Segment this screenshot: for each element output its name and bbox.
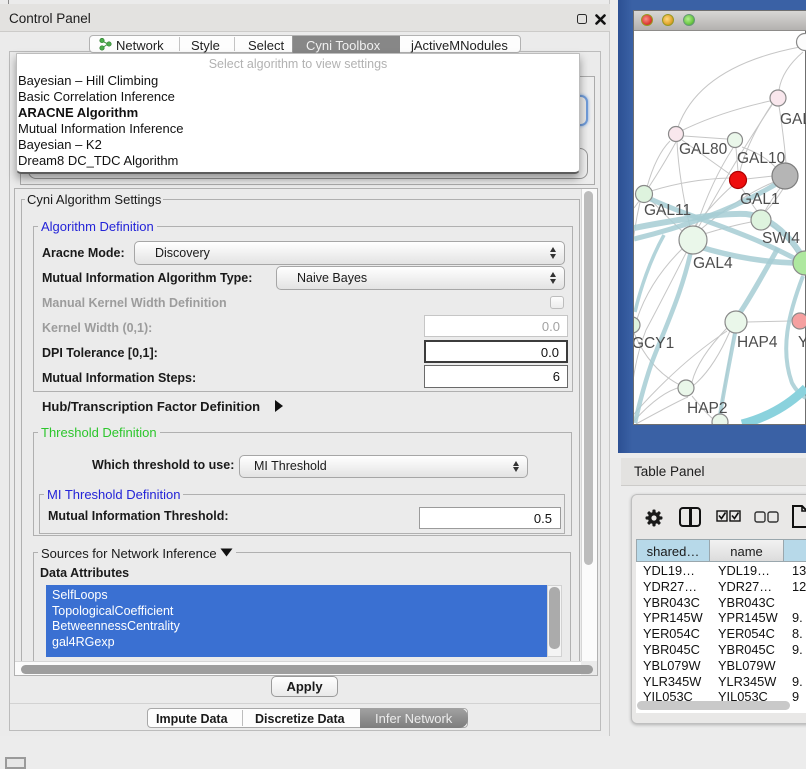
svg-text:GAL4: GAL4 <box>693 255 733 272</box>
svg-text:GAL1: GAL1 <box>740 191 780 208</box>
svg-text:HAP2: HAP2 <box>687 400 728 417</box>
svg-text:GAL11: GAL11 <box>644 202 691 219</box>
svg-text:GAL10: GAL10 <box>737 150 786 167</box>
svg-text:GAL80: GAL80 <box>679 141 728 158</box>
svg-text:Y: Y <box>798 334 806 351</box>
svg-text:GCY1: GCY1 <box>634 335 674 352</box>
svg-text:SWI4: SWI4 <box>762 230 800 247</box>
svg-text:HAP4: HAP4 <box>737 334 778 351</box>
svg-text:GAL2: GAL2 <box>780 111 806 128</box>
